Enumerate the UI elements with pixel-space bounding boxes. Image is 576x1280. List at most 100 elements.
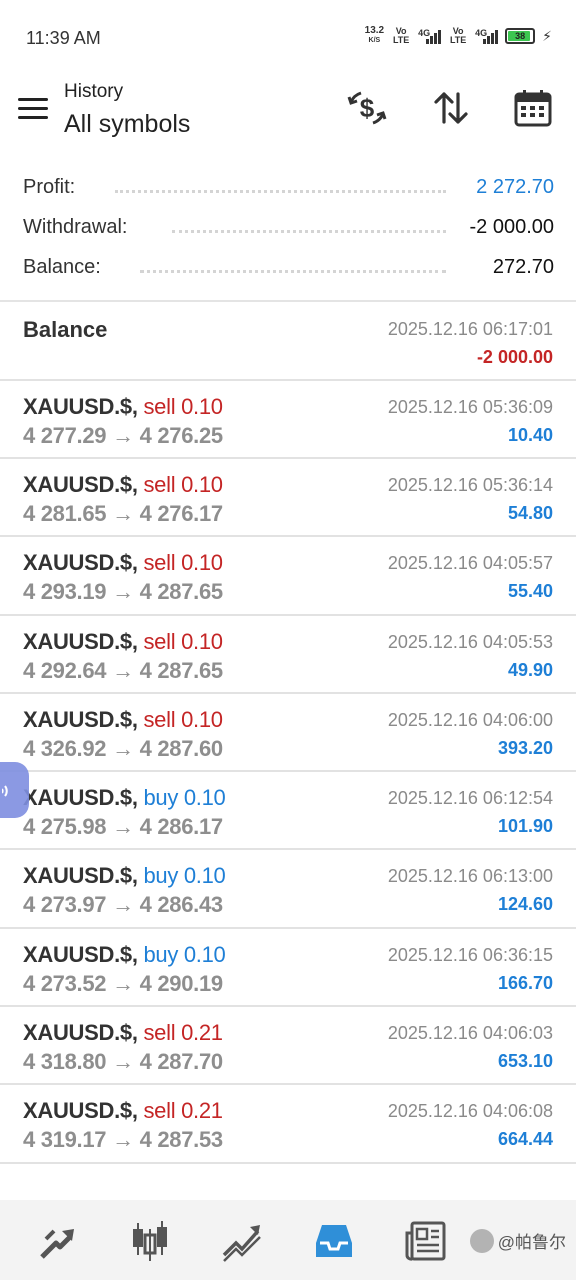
deal-open-price: 4 273.52 — [23, 970, 107, 996]
deal-symbol: XAUUSD.$, buy 0.10 — [23, 863, 226, 889]
deal-time: 2025.12.16 06:36:15 — [387, 944, 553, 965]
deal-close-price: 4 287.65 — [139, 657, 224, 683]
deal-side-type: sell — [143, 550, 176, 576]
signal-icon-2: 4G — [475, 28, 499, 44]
watermark-logo — [469, 1228, 494, 1253]
deal-open-price: 4 326.92 — [23, 735, 107, 761]
deal-symbol-name: XAUUSD.$, — [23, 472, 138, 497]
line-chart-icon[interactable] — [219, 1218, 265, 1264]
news-icon[interactable] — [403, 1218, 449, 1264]
watermark: @帕鲁尔 — [469, 1228, 566, 1253]
balance-entry[interactable]: Balance 2025.12.16 06:17:01 -2 000.00 — [0, 303, 576, 381]
deal-profit: 124.60 — [497, 894, 553, 915]
balance-entry-time: 2025.12.16 06:17:01 — [387, 319, 553, 339]
deal-prices: 4 273.97 → 4 286.43 — [23, 892, 223, 918]
deal-symbol: XAUUSD.$, sell 0.21 — [23, 1020, 223, 1046]
deal-side: sell 0.10 — [143, 394, 223, 419]
deal-row[interactable]: XAUUSD.$, sell 0.10 4 277.29 → 4 276.25 20… — [0, 381, 576, 459]
deal-volume: 0.10 — [181, 394, 223, 419]
deal-open-price: 4 292.64 — [23, 657, 107, 683]
deal-close-price: 4 276.25 — [139, 423, 224, 448]
deal-close-price: 4 287.60 — [139, 735, 224, 761]
deal-row[interactable]: XAUUSD.$, sell 0.21 4 318.80 → 4 287.70 20… — [0, 1007, 576, 1086]
trade-arrows-icon[interactable] — [35, 1218, 81, 1264]
deal-volume: 0.10 — [183, 941, 226, 967]
app-bar: History All symbols $ — [0, 72, 576, 158]
deal-side: buy 0.10 — [143, 785, 225, 810]
arrow-icon: → — [112, 657, 134, 683]
arrow-icon: → — [112, 579, 134, 605]
currency-exchange-icon[interactable]: $ — [347, 88, 387, 128]
profit-row: Profit: 2 272.70 — [0, 168, 576, 208]
deal-prices: 4 275.98 → 4 286.17 — [23, 814, 223, 840]
deal-prices: 4 326.92 → 4 287.60 — [23, 736, 223, 762]
deal-row[interactable]: XAUUSD.$, sell 0.10 4 326.92 → 4 287.60 20… — [0, 694, 576, 773]
deal-open-price: 4 275.98 — [23, 814, 107, 840]
sort-icon[interactable] — [431, 88, 471, 128]
deal-symbol-name: XAUUSD.$, — [23, 628, 138, 654]
deal-prices: 4 277.29 → 4 276.25 — [23, 423, 223, 449]
deal-time: 2025.12.16 04:06:08 — [387, 1101, 553, 1122]
deal-row[interactable]: XAUUSD.$, buy 0.10 4 273.97 → 4 286.43 202… — [0, 850, 576, 929]
deal-profit: 10.40 — [507, 425, 553, 445]
deal-symbol: XAUUSD.$, sell 0.10 — [23, 629, 223, 655]
deal-volume: 0.10 — [181, 472, 223, 497]
deal-profit: 55.40 — [507, 581, 553, 602]
deal-row[interactable]: XAUUSD.$, buy 0.10 4 273.52 → 4 290.19 202… — [0, 929, 576, 1008]
deal-time: 2025.12.16 04:06:00 — [387, 709, 553, 730]
balance-entry-amount: -2 000.00 — [476, 347, 553, 367]
deal-profit: 49.90 — [507, 659, 553, 680]
deal-close-price: 4 290.19 — [139, 970, 224, 996]
deal-symbol: XAUUSD.$, sell 0.10 — [23, 550, 223, 576]
withdrawal-label: Withdrawal: — [23, 216, 136, 239]
volte-indicator-1: Vo LTE — [392, 26, 410, 45]
network-speed-unit: K/S — [368, 37, 381, 44]
deal-symbol: XAUUSD.$, sell 0.21 — [23, 1098, 223, 1124]
deal-side-type: buy — [143, 863, 179, 889]
deal-side: sell 0.21 — [143, 1020, 223, 1046]
dotted-leader — [115, 190, 446, 193]
deal-row[interactable]: XAUUSD.$, sell 0.21 4 319.17 → 4 287.53 20… — [0, 1085, 576, 1164]
deal-symbol-name: XAUUSD.$, — [23, 1020, 138, 1046]
deal-row[interactable]: XAUUSD.$, sell 0.10 4 293.19 → 4 287.65 20… — [0, 537, 576, 616]
deal-symbol-name: XAUUSD.$, — [23, 706, 138, 732]
page-title[interactable]: All symbols — [64, 110, 190, 139]
calendar-icon[interactable] — [513, 88, 553, 128]
deal-volume: 0.10 — [181, 628, 223, 654]
page-subtitle: History — [64, 81, 124, 102]
floating-side-tab[interactable] — [0, 762, 29, 818]
arrow-icon: → — [112, 735, 134, 761]
charging-icon: ⚡ — [542, 27, 552, 44]
deal-close-price: 4 287.70 — [139, 1049, 224, 1075]
deal-side: sell 0.10 — [143, 707, 223, 732]
deal-symbol: XAUUSD.$, sell 0.10 — [23, 472, 223, 498]
deal-close-price: 4 276.17 — [139, 501, 224, 526]
deal-side: sell 0.21 — [143, 1098, 223, 1123]
deal-row[interactable]: XAUUSD.$, sell 0.10 4 281.65 → 4 276.17 20… — [0, 459, 576, 538]
deal-profit: 653.10 — [497, 1051, 553, 1072]
balance-label: Balance: — [23, 256, 109, 279]
deal-profit: 166.70 — [497, 972, 553, 993]
deal-side: sell 0.10 — [143, 472, 223, 497]
deal-volume: 0.21 — [181, 1020, 223, 1046]
deal-volume: 0.10 — [181, 550, 223, 576]
balance-row: Balance: 272.70 — [0, 248, 576, 288]
arrow-icon: → — [112, 970, 134, 996]
deal-time: 2025.12.16 05:36:14 — [387, 475, 553, 495]
network-speed-value: 13.2 — [364, 25, 385, 36]
deal-prices: 4 292.64 → 4 287.65 — [23, 658, 223, 684]
menu-icon[interactable] — [18, 98, 48, 120]
history-inbox-icon[interactable] — [311, 1218, 357, 1264]
network-speed: 13.2 K/S — [365, 26, 384, 46]
deal-open-price: 4 319.17 — [23, 1127, 107, 1153]
deal-prices: 4 281.65 → 4 276.17 — [23, 501, 223, 527]
arrow-icon: → — [112, 1127, 134, 1153]
deal-row[interactable]: XAUUSD.$, buy 0.10 4 275.98 → 4 286.17 202… — [0, 772, 576, 851]
deal-row[interactable]: XAUUSD.$, sell 0.10 4 292.64 → 4 287.65 20… — [0, 616, 576, 694]
deal-symbol-name: XAUUSD.$, — [23, 394, 138, 419]
divider — [0, 300, 576, 302]
deal-close-price: 4 286.17 — [139, 814, 224, 840]
balance-value: 272.70 — [484, 256, 554, 279]
arrow-icon: → — [112, 892, 134, 918]
candlestick-chart-icon[interactable] — [127, 1218, 173, 1264]
